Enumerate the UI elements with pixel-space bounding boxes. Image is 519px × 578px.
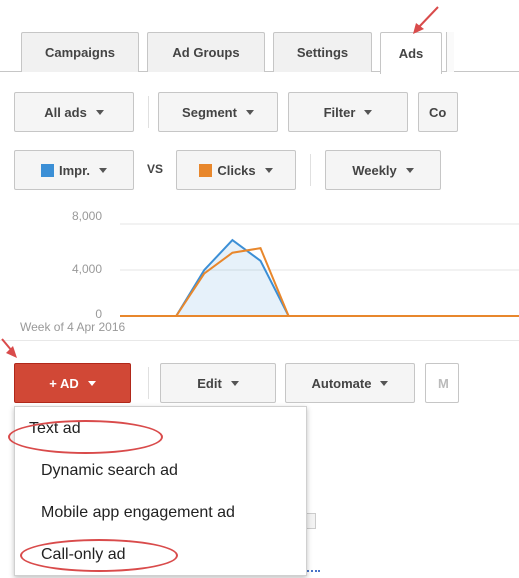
- series-line-2: [120, 247, 514, 317]
- add-ad-button[interactable]: + AD: [14, 363, 131, 403]
- actions-divider: [148, 367, 149, 399]
- annotation-circle-text-ad: [8, 420, 163, 454]
- series-line-1: [120, 238, 514, 317]
- series-area: [120, 240, 514, 316]
- impressions-clicks-chart: [120, 223, 519, 317]
- chevron-down-icon: [380, 380, 389, 386]
- annotation-circle-call-only-ad: [20, 539, 178, 572]
- section-divider: [0, 340, 519, 341]
- annotation-arrow-add: [1, 338, 17, 358]
- automate-dropdown[interactable]: Automate: [285, 363, 415, 403]
- menu-item-mobile-app-engagement-ad[interactable]: Mobile app engagement ad: [41, 504, 235, 522]
- more-dropdown[interactable]: M: [425, 363, 459, 403]
- chevron-down-icon: [87, 380, 96, 386]
- edit-dropdown[interactable]: Edit: [160, 363, 276, 403]
- menu-item-dynamic-search-ad[interactable]: Dynamic search ad: [41, 462, 178, 480]
- chevron-down-icon: [230, 380, 239, 386]
